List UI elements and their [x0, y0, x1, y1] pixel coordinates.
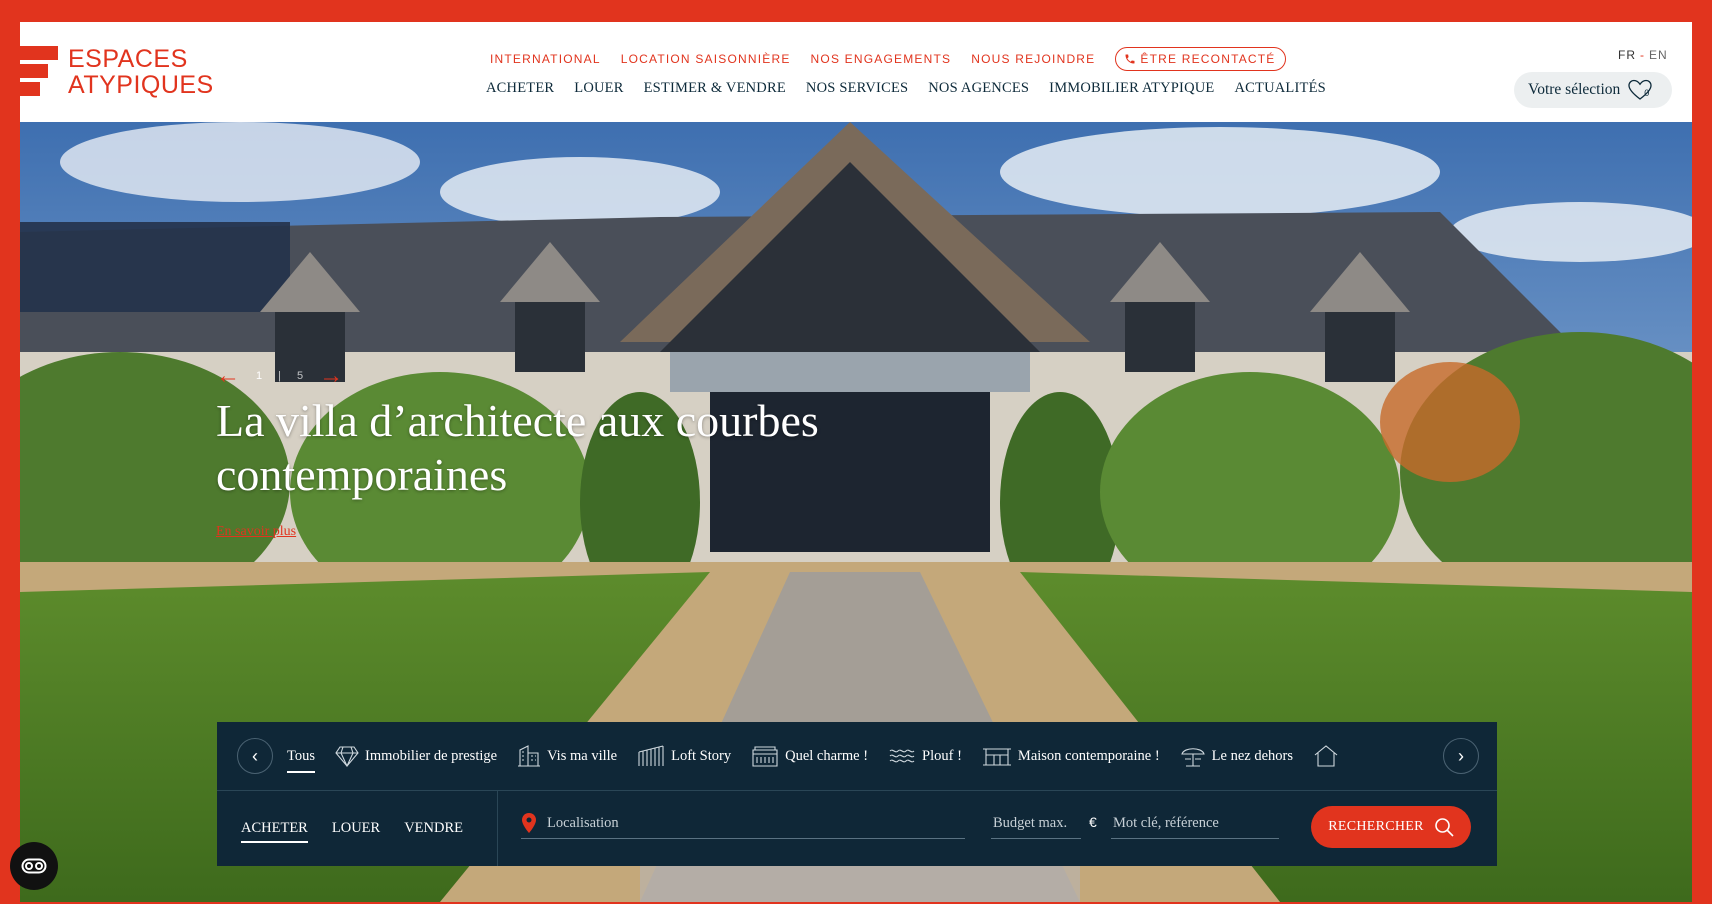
phone-icon [1125, 54, 1135, 64]
house-icon [1314, 745, 1338, 767]
tab-acheter[interactable]: ACHETER [241, 820, 308, 843]
category-label: Loft Story [671, 747, 732, 764]
category-list: Tous Immobilier de prestige Vis ma ville [287, 722, 1339, 790]
slide-current: 1 [256, 370, 263, 382]
outdoor-icon [1180, 748, 1205, 767]
category-next-button[interactable]: › [1443, 738, 1479, 774]
browser-frame: ESPACES ATYPIQUES INTERNATIONAL LOCATION… [0, 0, 1712, 904]
logo[interactable]: ESPACES ATYPIQUES [20, 46, 220, 102]
loft-icon [638, 745, 664, 766]
category-maison-contemporaine[interactable]: Maison contemporaine ! [982, 745, 1160, 767]
search-button-label: RECHERCHER [1328, 819, 1424, 834]
location-input[interactable] [545, 813, 949, 833]
nav-acheter[interactable]: ACHETER [486, 80, 554, 97]
category-more[interactable] [1313, 744, 1339, 768]
nav-rejoindre[interactable]: NOUS REJOINDRE [971, 52, 1095, 66]
category-label: Vis ma ville [547, 747, 618, 764]
logo-mark-icon [20, 46, 58, 96]
slide-next-arrow-icon[interactable]: → [319, 364, 343, 388]
category-label: Quel charme ! [785, 747, 869, 764]
tab-vendre[interactable]: VENDRE [404, 820, 463, 837]
search-icon [1434, 818, 1454, 837]
slide-total: 5 [296, 370, 304, 382]
slide-separator: | [278, 370, 281, 382]
tab-louer[interactable]: LOUER [332, 820, 380, 837]
nav-location-saisonniere[interactable]: LOCATION SAISONNIÈRE [621, 52, 791, 66]
recontact-button[interactable]: ÊTRE RECONTACTÉ [1115, 47, 1286, 71]
budget-input[interactable] [991, 813, 1085, 833]
keyword-field [1111, 808, 1283, 839]
currency-label: € [1089, 814, 1097, 830]
logo-line1: ESPACES [68, 45, 188, 73]
hero-banner: ← 1 | 5 → La villa d’architecte aux cour… [20, 122, 1692, 902]
selection-label: Votre sélection [1528, 81, 1621, 98]
category-label: Maison contemporaine ! [1017, 747, 1160, 764]
nav-engagements[interactable]: NOS ENGAGEMENTS [811, 52, 952, 66]
nav-agences[interactable]: NOS AGENCES [928, 80, 1029, 97]
selection-button[interactable]: Votre sélection 0 [1514, 72, 1672, 108]
category-label: Immobilier de prestige [365, 747, 498, 764]
lang-separator: - [1640, 48, 1645, 62]
transaction-tabs: ACHETER LOUER VENDRE [241, 790, 463, 866]
recontact-label: ÊTRE RECONTACTÉ [1140, 52, 1276, 66]
nav-estimer-vendre[interactable]: ESTIMER & VENDRE [644, 80, 786, 97]
lang-en[interactable]: EN [1649, 48, 1668, 62]
accessibility-icon [21, 858, 47, 874]
category-label: Tous [287, 748, 315, 773]
location-field [521, 808, 965, 839]
heart-icon: 0 [1628, 79, 1654, 101]
contemporary-house-icon [982, 748, 1011, 766]
learn-more-link[interactable]: En savoir plus [216, 524, 296, 540]
building-icon [518, 745, 541, 767]
nav-immobilier-atypique[interactable]: IMMOBILIER ATYPIQUE [1049, 80, 1214, 97]
nav-international[interactable]: INTERNATIONAL [490, 52, 601, 66]
budget-field [991, 808, 1085, 839]
category-bar: Tous Immobilier de prestige Vis ma ville [217, 722, 1497, 791]
category-le-nez-dehors[interactable]: Le nez dehors [1180, 744, 1293, 768]
chevron-right-icon: › [1458, 745, 1464, 766]
category-quel-charme[interactable]: Quel charme ! [751, 744, 868, 768]
category-prestige[interactable]: Immobilier de prestige [335, 745, 497, 767]
category-loft-story[interactable]: Loft Story [637, 744, 731, 768]
nav-actualites[interactable]: ACTUALITÉS [1234, 80, 1325, 97]
logo-line2: ATYPIQUES [68, 71, 214, 99]
slider-controls: ← 1 | 5 → [216, 364, 343, 388]
site-header: ESPACES ATYPIQUES INTERNATIONAL LOCATION… [20, 22, 1692, 122]
keyword-input[interactable] [1111, 813, 1283, 833]
slide-title: La villa d’architecte aux courbes contem… [216, 395, 819, 500]
water-icon [889, 749, 915, 763]
accessibility-button[interactable] [10, 842, 58, 890]
category-vis-ma-ville[interactable]: Vis ma ville [517, 744, 617, 768]
nav-services[interactable]: NOS SERVICES [806, 80, 908, 97]
chevron-left-icon: ‹ [252, 745, 258, 766]
language-switcher: FR - EN [1618, 48, 1668, 62]
nav-louer[interactable]: LOUER [574, 80, 623, 97]
map-pin-icon [522, 813, 536, 833]
category-tous[interactable]: Tous [287, 740, 315, 773]
divider [497, 790, 498, 866]
category-label: Plouf ! [922, 747, 962, 764]
search-button[interactable]: RECHERCHER [1311, 806, 1471, 848]
search-row: ACHETER LOUER VENDRE € [217, 790, 1497, 866]
search-panel: Tous Immobilier de prestige Vis ma ville [217, 722, 1497, 866]
diamond-icon [335, 746, 359, 767]
category-label: Le nez dehors [1211, 747, 1293, 764]
page: ESPACES ATYPIQUES INTERNATIONAL LOCATION… [20, 22, 1692, 902]
lang-fr[interactable]: FR [1618, 48, 1636, 62]
slide-prev-arrow-icon[interactable]: ← [216, 364, 240, 388]
top-nav: INTERNATIONAL LOCATION SAISONNIÈRE NOS E… [490, 46, 1286, 72]
selection-count: 0 [1644, 88, 1650, 98]
category-plouf[interactable]: Plouf ! [888, 745, 962, 767]
category-prev-button[interactable]: ‹ [237, 738, 273, 774]
house-charm-icon [752, 746, 778, 767]
main-nav: ACHETER LOUER ESTIMER & VENDRE NOS SERVI… [486, 80, 1326, 97]
